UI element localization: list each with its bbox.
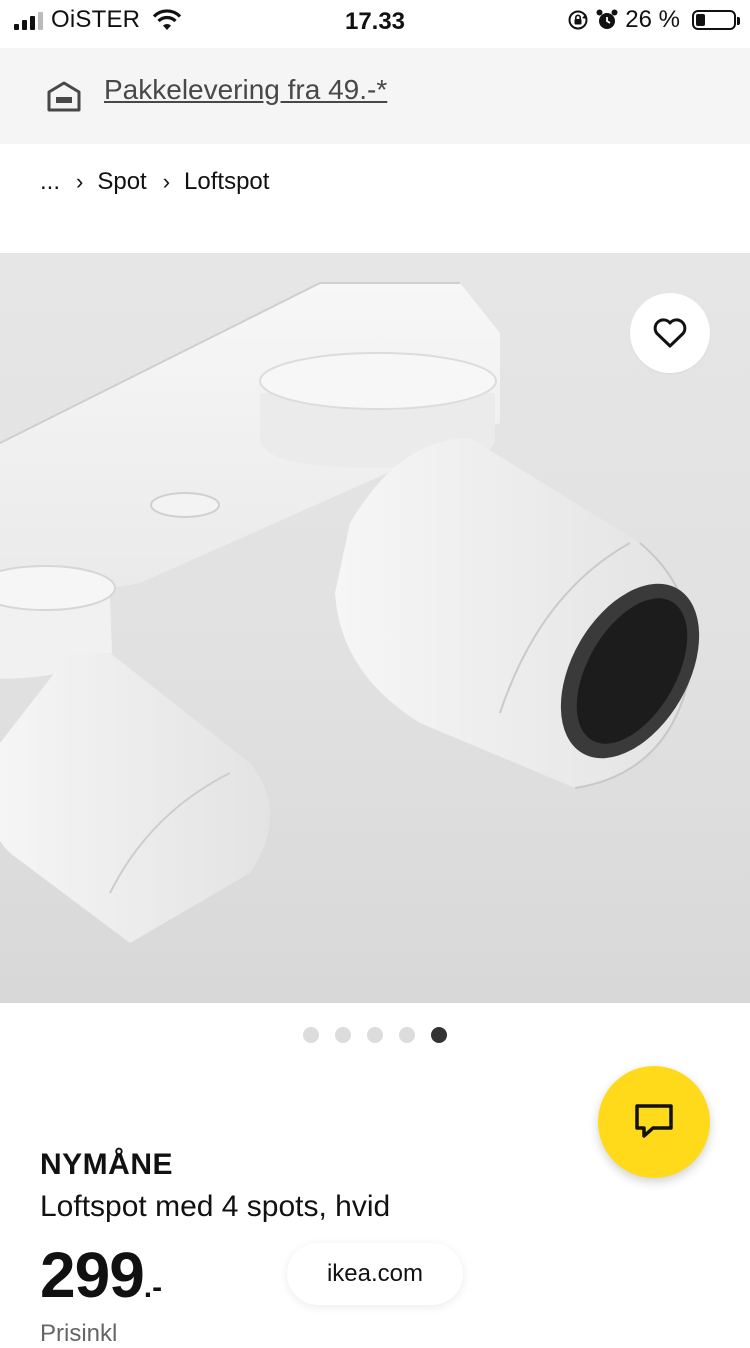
delivery-banner-link[interactable]: Pakkelevering fra 49.-* — [104, 74, 387, 106]
price-suffix: .- — [143, 1271, 163, 1304]
battery-percent: 26 % — [625, 6, 680, 33]
rotation-lock-icon — [568, 10, 588, 30]
heart-icon — [653, 318, 687, 348]
carousel-dot[interactable] — [303, 1027, 319, 1043]
breadcrumb: ... › Spot › Loftspot — [40, 168, 269, 196]
ceiling-spotlight-image — [0, 282, 700, 943]
battery-fill — [696, 14, 705, 26]
delivery-truck-icon — [47, 81, 81, 112]
status-bar: OiSTER 17.33 26 % — [0, 0, 750, 44]
alarm-icon — [596, 9, 618, 29]
favorite-button[interactable] — [630, 293, 710, 373]
product-name: NYMÅNE — [40, 1148, 174, 1181]
breadcrumb-ellipsis[interactable]: ... — [40, 168, 60, 196]
battery-icon — [692, 10, 740, 30]
chevron-right-icon: › — [76, 169, 84, 194]
breadcrumb-item-loftspot[interactable]: Loftspot — [184, 168, 269, 196]
product-image[interactable] — [0, 253, 750, 1003]
price-note-cutoff: Prisinkl — [40, 1320, 118, 1347]
carousel-dot[interactable] — [399, 1027, 415, 1043]
breadcrumb-item-spot[interactable]: Spot — [97, 168, 146, 196]
carousel-dot[interactable] — [367, 1027, 383, 1043]
browser-address-pill[interactable]: ikea.com — [287, 1243, 463, 1305]
product-price: 299.- — [40, 1238, 162, 1312]
delivery-banner[interactable]: Pakkelevering fra 49.-* — [0, 48, 750, 144]
status-right: 26 % — [567, 6, 740, 34]
chevron-right-icon: › — [162, 169, 171, 194]
chat-bubble-icon — [635, 1104, 673, 1138]
product-description: Loftspot med 4 spots, hvid — [40, 1190, 391, 1223]
carousel-dot[interactable] — [335, 1027, 351, 1043]
image-carousel-dots — [0, 1027, 750, 1043]
chat-button[interactable] — [598, 1066, 710, 1178]
price-value: 299 — [40, 1239, 145, 1311]
carousel-dot[interactable] — [431, 1027, 447, 1043]
